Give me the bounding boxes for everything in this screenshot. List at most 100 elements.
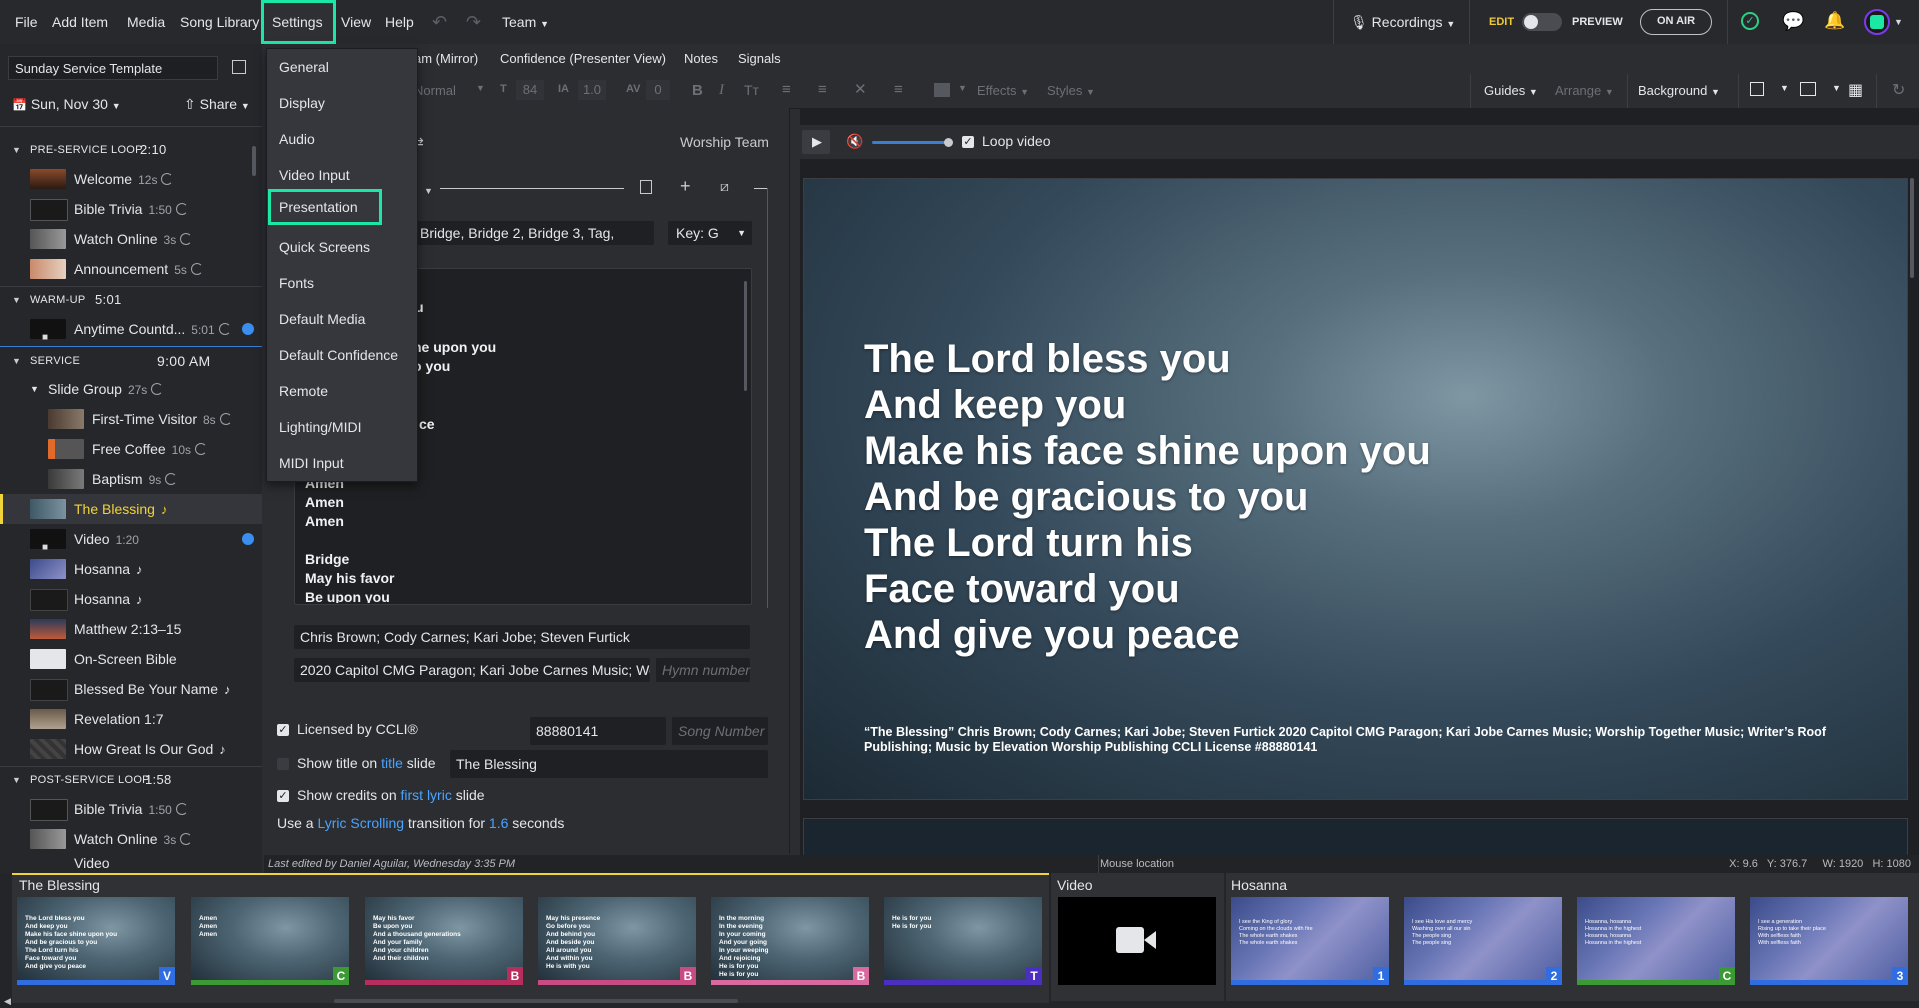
chevron-down-icon[interactable]: ▼ [424, 186, 433, 196]
scroll-left-icon[interactable]: ◀ [4, 996, 11, 1007]
edit-preview-toggle[interactable] [1522, 13, 1562, 31]
menu-song-library[interactable]: Song Library [180, 0, 259, 44]
menu-add-item[interactable]: Add Item [52, 0, 108, 44]
letter-spacing-input[interactable]: 0 [646, 80, 670, 100]
section-header[interactable]: ▼ POST-SERVICE LOOP 1:58 [0, 767, 262, 793]
show-credits-checkbox[interactable]: ✓ [277, 790, 289, 802]
settings-midi-input[interactable]: MIDI Input [279, 445, 344, 481]
slide-group-header[interactable]: ▼ Slide Group 27s [0, 374, 262, 404]
slide-thumbnail[interactable]: In the morning In the evening In your co… [711, 897, 869, 985]
bullet-list-icon[interactable]: ≡ [782, 81, 791, 98]
section-header[interactable]: ▼ SERVICE 9:00 AM [0, 348, 262, 374]
key-select[interactable]: Key: G ▼ [668, 221, 752, 245]
unlink-icon[interactable]: ⧄ [720, 178, 729, 195]
styles-menu[interactable]: Styles ▼ [1047, 83, 1095, 98]
list-item[interactable]: Hosanna ♪ [0, 554, 262, 584]
chat-icon[interactable]: 💬 [1782, 11, 1804, 32]
on-air-button[interactable]: ON AIR [1640, 9, 1712, 35]
slide-thumbnail[interactable]: Hosanna, hosanna Hosanna in the highest … [1577, 897, 1735, 985]
tab-audience-mirror[interactable]: am (Mirror) [414, 51, 478, 66]
slide-thumbnail[interactable]: May his favor Be upon you And a thousand… [365, 897, 523, 985]
text-box-icon[interactable] [1750, 82, 1764, 96]
date-picker[interactable]: 📅 Sun, Nov 30 ▼ [12, 96, 121, 112]
chevron-down-icon[interactable]: ▼ [958, 83, 967, 93]
lyrics-scrollbar[interactable] [744, 281, 747, 391]
mute-icon[interactable]: 🔇 [846, 133, 863, 150]
title-slide-link[interactable]: title [381, 755, 403, 771]
list-item[interactable]: Bible Trivia 1:50 [0, 194, 262, 224]
loop-video-checkbox[interactable]: ✓ [962, 136, 974, 148]
arrange-menu[interactable]: Arrange ▼ [1555, 83, 1614, 98]
plus-icon[interactable]: + [680, 176, 691, 197]
slide-thumbnail[interactable]: The Lord bless you And keep you Make his… [17, 897, 175, 985]
line-height-input[interactable]: 1.0 [578, 80, 606, 100]
tab-notes[interactable]: Notes [684, 51, 718, 66]
settings-default-media[interactable]: Default Media [279, 301, 365, 337]
slide-thumbnail[interactable]: I see a generation Rising up to take the… [1750, 897, 1908, 985]
background-menu[interactable]: Background ▼ [1638, 83, 1720, 98]
grid-icon[interactable]: ▦ [1848, 80, 1863, 100]
section-header[interactable]: ▼ PRE-SERVICE LOOP 2:10 [0, 137, 262, 163]
seconds-link[interactable]: 1.6 [489, 815, 508, 831]
recordings-dropdown[interactable]: 🎙 Recordings ▼ [1350, 0, 1455, 44]
slide-canvas[interactable]: The Lord bless you And keep you Make his… [803, 178, 1908, 800]
bell-icon[interactable]: 🔔 [1824, 11, 1845, 31]
list-item[interactable]: Matthew 2:13–15 [0, 614, 262, 644]
menu-help[interactable]: Help [385, 0, 414, 44]
settings-audio[interactable]: Audio [279, 121, 315, 157]
indent-icon[interactable]: ≡ [818, 81, 827, 98]
list-item[interactable]: Video [0, 854, 262, 872]
settings-default-confidence[interactable]: Default Confidence [279, 337, 398, 373]
sidebar-scrollbar[interactable] [252, 146, 256, 176]
image-icon[interactable] [1800, 82, 1816, 96]
list-item[interactable]: On-Screen Bible [0, 644, 262, 674]
font-size-input[interactable]: 84 [516, 80, 544, 100]
avatar[interactable] [1864, 9, 1890, 35]
share-button[interactable]: ⇧ Share ▼ [184, 96, 250, 113]
arrangement-sequence-field[interactable]: Bridge, Bridge 2, Bridge 3, Tag, [414, 221, 654, 245]
settings-fonts[interactable]: Fonts [279, 265, 314, 301]
filmstrip-scrollbar[interactable] [334, 999, 738, 1003]
first-lyric-link[interactable]: first lyric [401, 787, 452, 803]
song-number-field[interactable]: Song Number [672, 717, 768, 745]
settings-video-input[interactable]: Video Input [279, 157, 350, 193]
show-title-checkbox[interactable] [277, 758, 289, 770]
video-thumbnail[interactable] [1058, 897, 1216, 985]
menu-settings[interactable]: Settings [261, 0, 336, 44]
menu-view[interactable]: View [341, 0, 371, 44]
clear-format-icon[interactable]: ✕ [854, 80, 867, 98]
slide-thumbnail[interactable]: I see the King of glory Coming on the cl… [1231, 897, 1389, 985]
chevron-down-icon[interactable]: ▼ [1894, 17, 1903, 27]
color-swatch[interactable] [934, 83, 950, 97]
preview-scrollbar[interactable] [1910, 178, 1914, 278]
section-header[interactable]: ▼ WARM-UP 5:01 [0, 287, 262, 313]
settings-general[interactable]: General [279, 49, 329, 85]
chevron-down-icon[interactable]: ▼ [1832, 83, 1841, 93]
slide-thumbnail[interactable]: I see His love and mercy Washing over al… [1404, 897, 1562, 985]
sync-status-icon[interactable]: ✓ [1741, 12, 1759, 30]
list-item[interactable]: Hosanna ♪ [0, 584, 262, 614]
settings-remote[interactable]: Remote [279, 373, 328, 409]
effects-menu[interactable]: Effects ▼ [977, 83, 1029, 98]
list-item[interactable]: First-Time Visitor 8s [0, 404, 262, 434]
volume-slider[interactable] [872, 141, 948, 144]
list-item[interactable]: ■ Video 1:20 [0, 524, 262, 554]
add-window-icon[interactable] [232, 60, 246, 74]
align-icon[interactable]: ≡ [894, 81, 903, 98]
text-case-icon[interactable]: Tᴛ [744, 82, 759, 98]
copyright-field[interactable]: 2020 Capitol CMG Paragon; Kari Jobe Carn… [294, 658, 650, 682]
list-item[interactable]: Welcome 12s [0, 164, 262, 194]
menu-file[interactable]: File [15, 0, 38, 44]
redo-icon[interactable]: ↷ [466, 0, 481, 44]
list-item[interactable]: Bible Trivia 1:50 [0, 794, 262, 824]
next-slide-preview[interactable] [803, 818, 1908, 855]
settings-presentation[interactable]: Presentation [268, 189, 382, 225]
chevron-down-icon[interactable]: ▼ [1780, 83, 1789, 93]
copy-icon[interactable] [640, 180, 652, 194]
settings-display[interactable]: Display [279, 85, 325, 121]
list-item-selected[interactable]: The Blessing ♪ [0, 494, 262, 524]
list-item[interactable]: Free Coffee 10s [0, 434, 262, 464]
list-item[interactable]: Watch Online 3s [0, 224, 262, 254]
slide-thumbnail[interactable]: He is for you He is for you T [884, 897, 1042, 985]
list-item[interactable]: Announcement 5s [0, 254, 262, 284]
